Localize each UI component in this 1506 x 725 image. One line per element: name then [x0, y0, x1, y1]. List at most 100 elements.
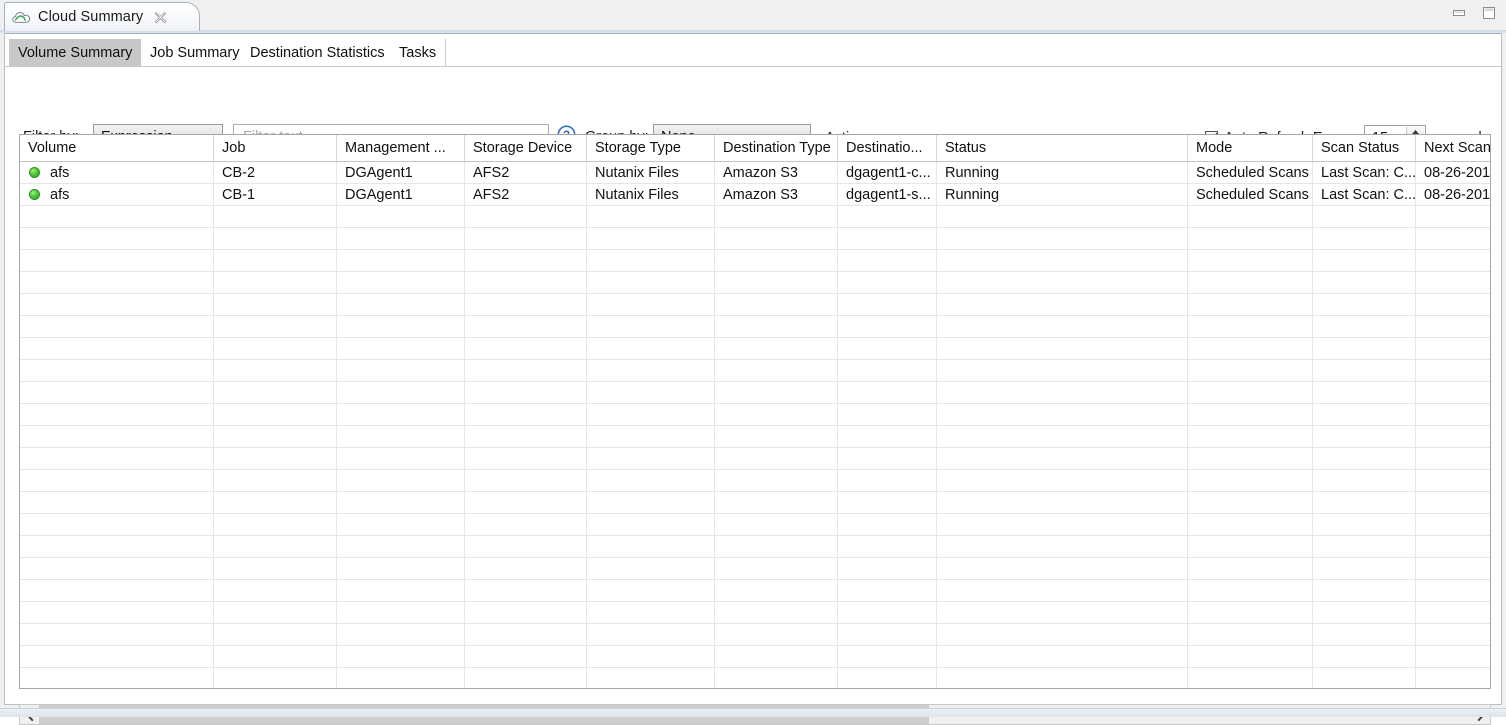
column-header[interactable]: Destination Type [715, 135, 838, 161]
table-row-empty[interactable] [20, 580, 1491, 602]
table-row-empty[interactable] [20, 272, 1491, 294]
table-cell-empty [1188, 580, 1313, 601]
tab-volume-summary[interactable]: Volume Summary [9, 39, 142, 66]
cell-text: 08-26-2019 [1424, 187, 1491, 203]
table-cell-empty [465, 646, 587, 667]
table-cell-empty [587, 338, 715, 359]
table-row-empty[interactable] [20, 492, 1491, 514]
table-cell-empty [337, 250, 465, 271]
column-header-label: Destinatio... [846, 140, 923, 156]
table-cell-empty [214, 558, 337, 579]
table-cell-empty [587, 492, 715, 513]
table-cell-empty [715, 492, 838, 513]
table-row-empty[interactable] [20, 624, 1491, 646]
table-cell: Last Scan: C... [1313, 184, 1416, 205]
table-cell-empty [214, 470, 337, 491]
table-row-empty[interactable] [20, 228, 1491, 250]
column-header[interactable]: Destinatio... [838, 135, 937, 161]
table-cell-empty [587, 426, 715, 447]
table-cell-empty [1313, 272, 1416, 293]
table-cell-empty [20, 360, 214, 381]
table-row-empty[interactable] [20, 404, 1491, 426]
cell-text: 08-26-2019 [1424, 165, 1491, 181]
table-row-empty[interactable] [20, 206, 1491, 228]
table-row[interactable]: afsCB-2DGAgent1AFS2Nutanix FilesAmazon S… [20, 162, 1491, 184]
table-row-empty[interactable] [20, 316, 1491, 338]
table-cell-empty [715, 382, 838, 403]
table-row-empty[interactable] [20, 294, 1491, 316]
tab-tasks[interactable]: Tasks [390, 39, 446, 66]
maximize-icon[interactable] [1481, 6, 1497, 21]
table-row-empty[interactable] [20, 360, 1491, 382]
table-row-empty[interactable] [20, 338, 1491, 360]
table-cell: AFS2 [465, 184, 587, 205]
table-cell: CB-2 [214, 162, 337, 183]
table-cell-empty [838, 624, 937, 645]
table-cell-empty [715, 668, 838, 689]
table-cell-empty [1313, 492, 1416, 513]
table-cell-empty [838, 206, 937, 227]
table-cell-empty [337, 558, 465, 579]
table-cell-empty [587, 382, 715, 403]
table-cell-empty [465, 558, 587, 579]
table-cell-empty [1188, 492, 1313, 513]
table-cell-empty [1416, 382, 1491, 403]
table-cell-empty [337, 470, 465, 491]
column-header[interactable]: Volume [20, 135, 214, 161]
table-row-empty[interactable] [20, 426, 1491, 448]
volume-summary-table: Volume Job Management ...Storage DeviceSto… [19, 134, 1491, 689]
cell-text: CB-1 [222, 187, 255, 203]
table-cell-empty [1188, 448, 1313, 469]
column-header[interactable]: Storage Device [465, 135, 587, 161]
table-cell-empty [715, 558, 838, 579]
table-header-row: Volume Job Management ...Storage DeviceSto… [20, 135, 1491, 162]
table-row-empty[interactable] [20, 448, 1491, 470]
table-row[interactable]: afsCB-1DGAgent1AFS2Nutanix FilesAmazon S… [20, 184, 1491, 206]
table-cell-empty [1313, 404, 1416, 425]
tab-label: Destination Statistics [250, 45, 385, 61]
table-row-empty[interactable] [20, 470, 1491, 492]
minimize-icon[interactable] [1451, 6, 1467, 21]
table-cell-empty [337, 228, 465, 249]
table-cell-empty [214, 228, 337, 249]
column-header[interactable]: Scan Status [1313, 135, 1416, 161]
column-header[interactable]: Next Scan [1416, 135, 1491, 161]
tab-job-summary[interactable]: Job Summary [141, 39, 249, 66]
table-cell: Running [937, 184, 1188, 205]
column-header[interactable]: Mode [1188, 135, 1313, 161]
table-cell-empty [20, 470, 214, 491]
table-cell-empty [937, 470, 1188, 491]
table-row-empty[interactable] [20, 250, 1491, 272]
table-cell-empty [337, 382, 465, 403]
table-cell-empty [20, 404, 214, 425]
table-cell-empty [937, 316, 1188, 337]
table-cell-empty [838, 580, 937, 601]
table-cell-empty [715, 448, 838, 469]
table-cell-empty [1188, 514, 1313, 535]
table-cell-empty [715, 624, 838, 645]
table-cell: Amazon S3 [715, 162, 838, 183]
column-header-label: Job [222, 140, 245, 156]
column-header[interactable]: Job [214, 135, 337, 161]
table-row-empty[interactable] [20, 558, 1491, 580]
table-row-empty[interactable] [20, 602, 1491, 624]
column-header[interactable]: Storage Type [587, 135, 715, 161]
table-row-empty[interactable] [20, 646, 1491, 668]
table-row-empty[interactable] [20, 536, 1491, 558]
tab-destination-statistics[interactable]: Destination Statistics [241, 39, 395, 66]
table-cell-empty [587, 668, 715, 689]
table-cell-empty [838, 404, 937, 425]
table-cell-empty [465, 580, 587, 601]
close-icon[interactable] [153, 10, 168, 25]
column-header[interactable]: Status [937, 135, 1188, 161]
table-row-empty[interactable] [20, 382, 1491, 404]
table-cell-empty [337, 294, 465, 315]
status-indicator-icon [29, 189, 40, 200]
editor-tab-cloud-summary[interactable]: Cloud Summary [4, 2, 200, 31]
table-row-empty[interactable] [20, 514, 1491, 536]
table-cell-empty [937, 228, 1188, 249]
table-row-empty[interactable] [20, 668, 1491, 689]
table-cell-empty [1416, 668, 1491, 689]
table-cell: DGAgent1 [337, 184, 465, 205]
column-header[interactable]: Management ... [337, 135, 465, 161]
